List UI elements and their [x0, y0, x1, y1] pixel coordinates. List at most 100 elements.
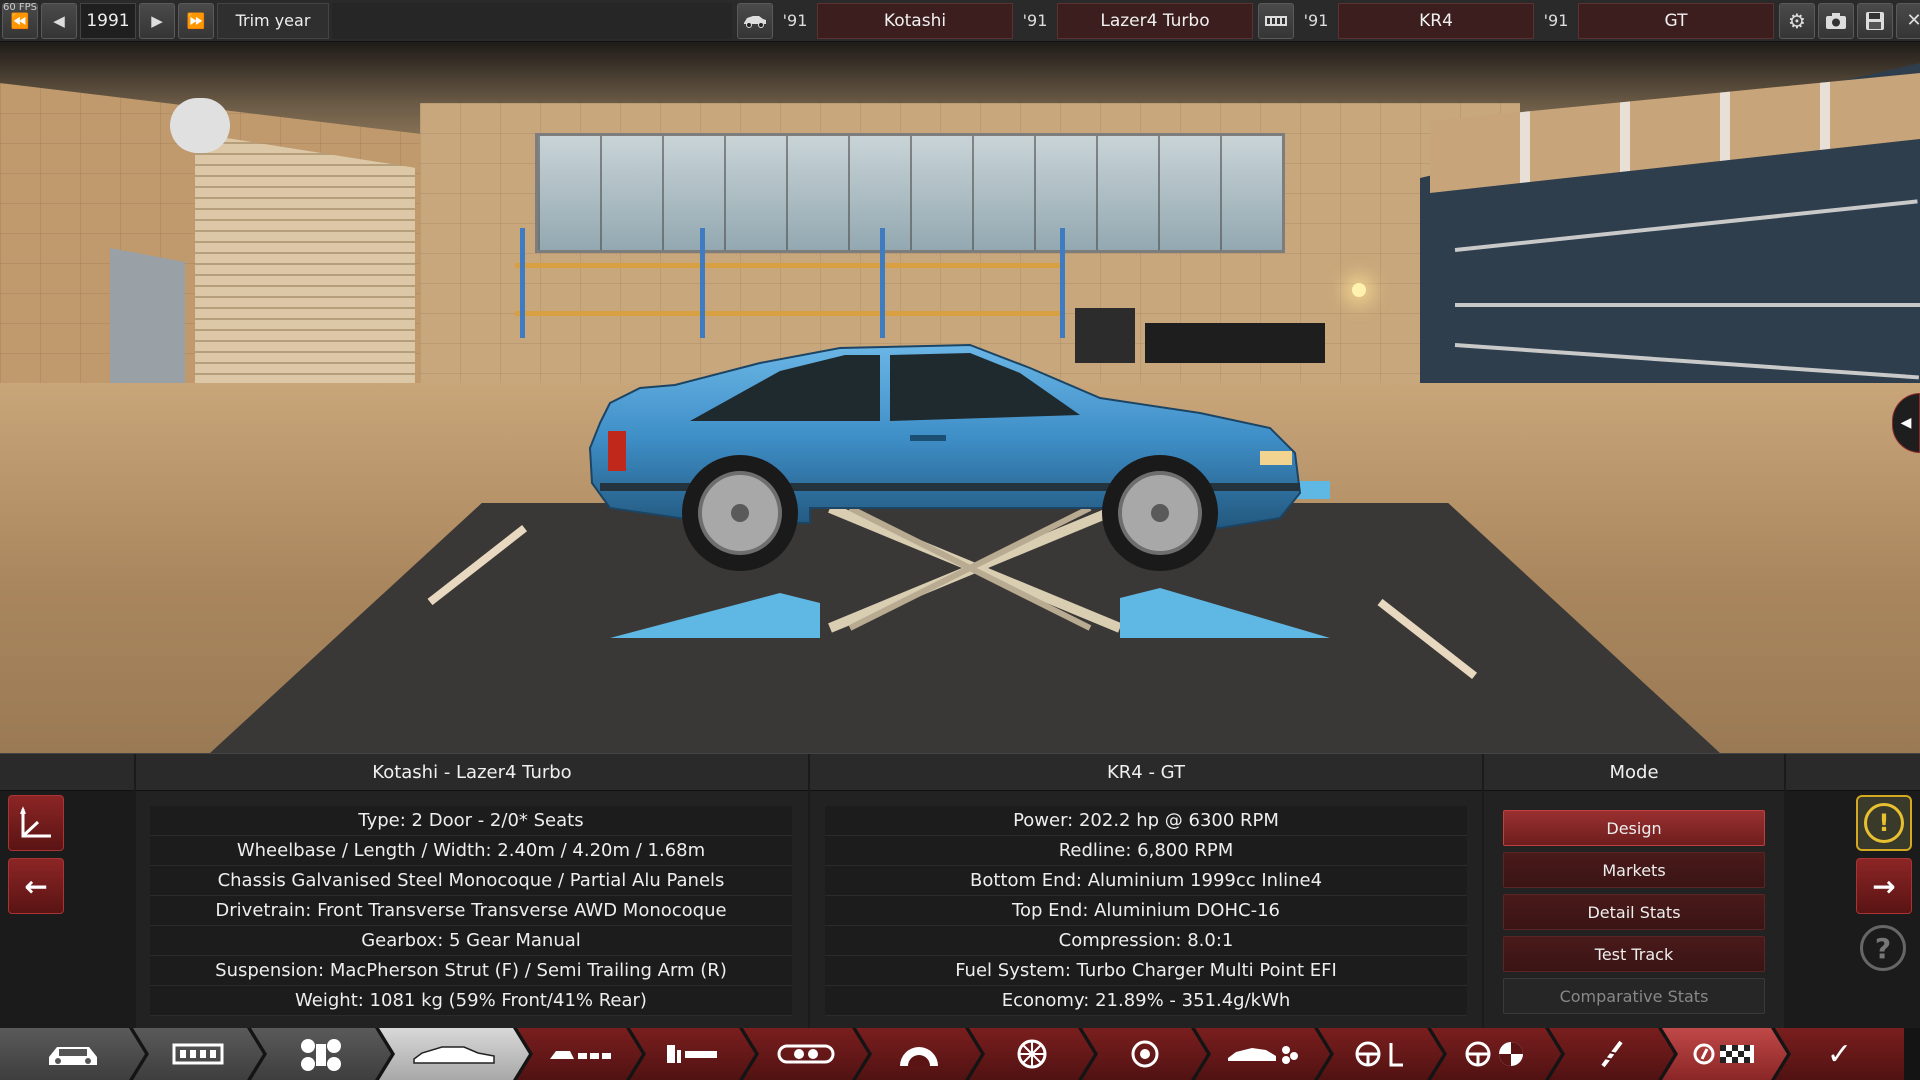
tab-interior[interactable] [630, 1028, 755, 1080]
checkmark-icon: ✓ [1826, 1036, 1853, 1072]
mode-test-track-button[interactable]: Test Track [1503, 936, 1765, 972]
car-stat-row: Type: 2 Door - 2/0* Seats [150, 806, 792, 836]
tab-body-style[interactable] [379, 1028, 529, 1080]
prev-year-button[interactable]: ◀ [41, 2, 77, 39]
tab-body[interactable] [0, 1028, 145, 1080]
save-button[interactable] [1857, 2, 1893, 39]
tab-engine[interactable] [743, 1028, 868, 1080]
car-stat-row: Weight: 1081 kg (59% Front/41% Rear) [150, 986, 792, 1016]
engine-stat-row: Fuel System: Turbo Charger Multi Point E… [825, 956, 1467, 986]
tab-summary[interactable] [1662, 1028, 1787, 1080]
screenshot-button[interactable] [1818, 2, 1854, 39]
car-stat-row: Drivetrain: Front Transverse Transverse … [150, 896, 792, 926]
steering-wheel-icon [1353, 1039, 1409, 1069]
model-name-dropdown[interactable]: Lazer4 Turbo [1057, 2, 1253, 39]
mode-design-button[interactable]: Design [1503, 810, 1765, 846]
tab-brakes[interactable] [1082, 1028, 1207, 1080]
tab-wheels[interactable] [969, 1028, 1094, 1080]
engine-select-button[interactable] [1258, 2, 1294, 39]
wall-lamp [1352, 283, 1366, 297]
save-icon [1866, 11, 1884, 30]
tab-testing[interactable] [1431, 1028, 1561, 1080]
car-stats-list: Type: 2 Door - 2/0* Seats Wheelbase / Le… [150, 806, 792, 1016]
toolbar-spacer [332, 2, 732, 39]
tab-chassis[interactable] [133, 1028, 263, 1080]
car-parts-icon [548, 1043, 612, 1065]
top-toolbar: ⏪ ◀ 1991 ▶ ⏩ Trim year '91 Kotashi '91 L… [0, 0, 1920, 42]
settings-button[interactable]: ⚙ [1779, 2, 1815, 39]
model-family-dropdown[interactable]: Kotashi [817, 2, 1013, 39]
suspension-icon [298, 1036, 344, 1072]
tab-aero[interactable] [1195, 1028, 1330, 1080]
model-select-button[interactable] [737, 2, 773, 39]
mode-comparative-stats-button[interactable]: Comparative Stats [1503, 978, 1765, 1014]
warning-button[interactable]: ! [1856, 795, 1912, 851]
engine-variant-year-label: '91 [1543, 11, 1569, 30]
tab-tuning[interactable] [1549, 1028, 1674, 1080]
year-field[interactable]: 1991 [80, 2, 136, 39]
fps-counter: 60 FPS [3, 2, 38, 13]
spring-icon [1597, 1038, 1627, 1070]
engine-stat-row: Economy: 21.89% - 351.4g/kWh [825, 986, 1467, 1016]
engine-block-icon [775, 1040, 837, 1068]
design-steps-nav: ✓ [0, 1028, 1920, 1080]
trim-year-label: Trim year [217, 2, 329, 39]
car-front-icon [45, 1039, 101, 1069]
camera-view-button[interactable] [8, 795, 64, 851]
checkered-flag-icon [1692, 1041, 1758, 1067]
car-stat-row: Wheelbase / Length / Width: 2.40m / 4.20… [150, 836, 792, 866]
seats-icon [663, 1042, 723, 1066]
caret-left-icon: ◀ [1900, 415, 1912, 431]
engine-stat-row: Compression: 8.0:1 [825, 926, 1467, 956]
car-info-header: Kotashi - Lazer4 Turbo [136, 754, 808, 791]
info-panel: Kotashi - Lazer4 Turbo KR4 - GT Mode Typ… [0, 753, 1920, 1029]
fast-forward-year-button[interactable]: ⏩ [178, 2, 214, 39]
arrow-left-icon: ← [24, 869, 48, 903]
engine-icon [1265, 15, 1287, 26]
car-model[interactable] [580, 343, 1430, 583]
engine-family-dropdown[interactable]: KR4 [1338, 2, 1534, 39]
next-year-button[interactable]: ▶ [139, 2, 175, 39]
shelf-lower [515, 311, 1065, 316]
next-button[interactable]: → [1856, 858, 1912, 914]
tab-finish[interactable]: ✓ [1775, 1028, 1904, 1080]
tab-suspension[interactable] [251, 1028, 391, 1080]
shelf-upper [515, 263, 1065, 268]
panel-header-spacer-right [1786, 754, 1920, 791]
garage-viewport[interactable]: ◀ [0, 43, 1920, 753]
back-button[interactable]: ← [8, 858, 64, 914]
shelf-post [880, 228, 885, 338]
wheel-balance-icon [1463, 1039, 1529, 1069]
engine-stats-list: Power: 202.2 hp @ 6300 RPM Redline: 6,80… [825, 806, 1467, 1016]
engine-stat-row: Bottom End: Aluminium 1999cc Inline4 [825, 866, 1467, 896]
help-button[interactable]: ? [1860, 925, 1906, 971]
engine-info-header: KR4 - GT [810, 754, 1482, 791]
panel-header-spacer [0, 754, 134, 791]
tab-steering[interactable] [1318, 1028, 1443, 1080]
next-icon: ▶ [151, 11, 163, 30]
close-icon: ✕ [1906, 10, 1920, 31]
close-button[interactable]: ✕ [1896, 2, 1920, 39]
trim-year-label-2: '91 [1022, 11, 1048, 30]
car-stat-row: Suspension: MacPherson Strut (F) / Semi … [150, 956, 792, 986]
gauge-icon [896, 1040, 942, 1068]
tab-fixtures[interactable] [517, 1028, 642, 1080]
engine-variant-dropdown[interactable]: GT [1578, 2, 1774, 39]
mode-markets-button[interactable]: Markets [1503, 852, 1765, 888]
roller-door [195, 133, 415, 423]
garage-window [535, 133, 1285, 253]
car-stat-row: Gearbox: 5 Gear Manual [150, 926, 792, 956]
prev-icon: ◀ [53, 11, 65, 30]
axis-angle-icon [20, 806, 51, 838]
fast-forward-icon: ⏩ [186, 11, 206, 30]
shelf-post [520, 228, 525, 338]
car-silhouette-icon [412, 1041, 496, 1067]
brake-disc-icon [1130, 1039, 1160, 1069]
mode-header: Mode [1484, 754, 1784, 791]
warning-icon: ! [1864, 803, 1904, 843]
question-icon: ? [1874, 931, 1892, 965]
tab-gearbox[interactable] [856, 1028, 981, 1080]
camera-icon [1826, 12, 1846, 29]
car-icon [744, 15, 766, 28]
mode-detail-stats-button[interactable]: Detail Stats [1503, 894, 1765, 930]
